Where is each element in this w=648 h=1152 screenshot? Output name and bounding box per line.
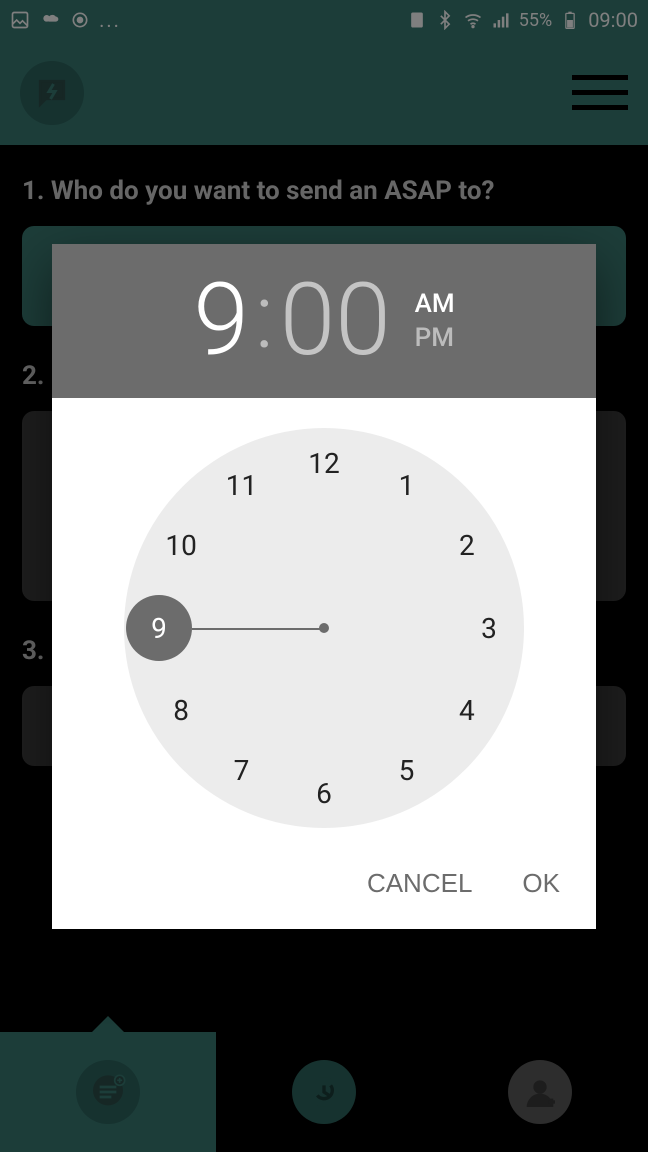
selected-minute[interactable]: 00	[280, 271, 391, 371]
am-toggle[interactable]: AM	[415, 289, 455, 319]
clock-hour-2[interactable]: 2	[447, 526, 487, 566]
dialog-actions: CANCEL OK	[52, 848, 596, 929]
clock-hour-8[interactable]: 8	[161, 691, 201, 731]
pm-toggle[interactable]: PM	[415, 323, 455, 353]
clock-hour-6[interactable]: 6	[304, 773, 344, 813]
ok-button[interactable]: OK	[522, 868, 560, 899]
clock-hour-11[interactable]: 11	[222, 465, 262, 505]
clock-hour-12[interactable]: 12	[304, 443, 344, 483]
cancel-button[interactable]: CANCEL	[367, 868, 472, 899]
time-display-header: 9 : 00 AM PM	[52, 244, 596, 398]
time-colon: :	[255, 272, 274, 362]
clock-hour-5[interactable]: 5	[387, 751, 427, 791]
clock-hour-7[interactable]: 7	[222, 751, 262, 791]
clock-hour-10[interactable]: 10	[161, 526, 201, 566]
clock-hour-4[interactable]: 4	[447, 691, 487, 731]
time-picker-dialog: 9 : 00 AM PM 12 12 3 45 6 78 10 11 9 CANCEL OK	[52, 244, 596, 929]
clock-hour-1[interactable]: 1	[387, 465, 427, 505]
selected-hour[interactable]: 9	[193, 271, 248, 371]
clock-face[interactable]: 12 12 3 45 6 78 10 11 9	[124, 428, 524, 828]
clock-face-container: 12 12 3 45 6 78 10 11 9	[52, 398, 596, 848]
clock-selected-hour[interactable]: 9	[126, 595, 192, 661]
clock-hand	[192, 628, 324, 630]
clock-hour-3[interactable]: 3	[469, 608, 509, 648]
